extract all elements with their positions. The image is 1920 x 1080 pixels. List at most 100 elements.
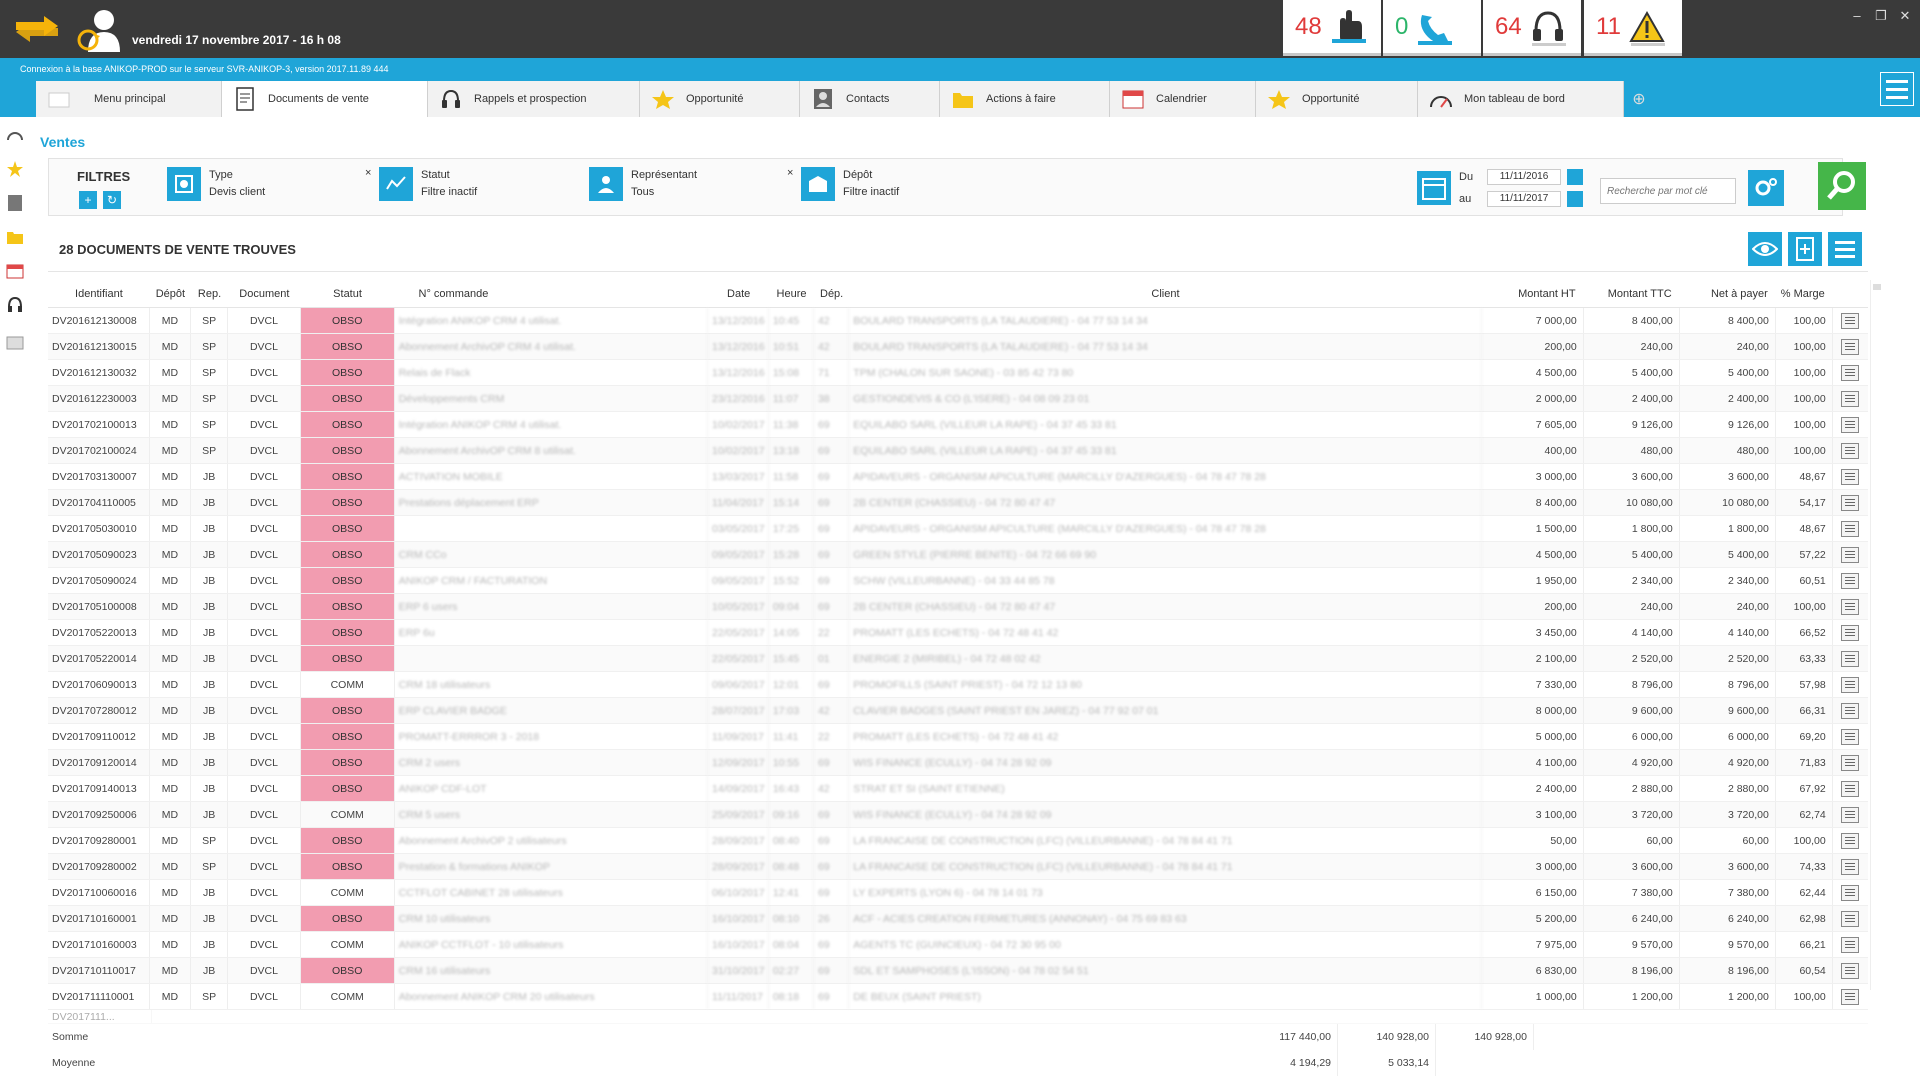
swap-arrows-icon[interactable] [14,14,60,44]
calendar-button[interactable] [1417,171,1451,205]
col-departement[interactable]: Dép. [814,280,849,307]
row-menu-icon[interactable] [1841,754,1860,771]
filter-type[interactable]: Type Devis client [167,167,265,207]
row-menu-icon[interactable] [1841,442,1860,459]
row-menu-icon[interactable] [1841,702,1860,719]
headset-icon[interactable] [6,296,24,314]
counter-calls[interactable]: 0 [1383,0,1481,56]
row-menu-icon[interactable] [1841,494,1860,511]
gauge-icon[interactable] [6,126,24,144]
tab-menu-principal[interactable]: Menu principal [36,81,222,117]
new-document-button[interactable] [1788,232,1822,266]
row-menu-icon[interactable] [1841,650,1860,667]
table-row[interactable]: DV201612130032 MD SP DVCL OBSO Relais de Flac… [48,360,1868,386]
row-menu-icon[interactable] [1841,728,1860,745]
table-row[interactable]: DV201709110012 MD JB DVCL OBSO PROMATT-ERRROR… [48,724,1868,750]
document-icon[interactable] [6,334,24,352]
row-menu-icon[interactable] [1841,624,1860,641]
breadcrumb[interactable]: Ventes [40,134,85,150]
main-menu-button[interactable] [1880,72,1914,106]
star-icon[interactable] [6,160,24,178]
col-net-a-payer[interactable]: Net à payer [1680,280,1776,307]
row-menu-icon[interactable] [1841,338,1860,355]
folder-icon[interactable] [6,228,24,246]
table-row[interactable]: DV201709280001 MD SP DVCL OBSO Abonnement Arc… [48,828,1868,854]
minimize-icon[interactable]: – [1848,8,1866,24]
search-button[interactable] [1818,162,1866,210]
calendar-icon[interactable] [6,262,24,280]
tab-opportunite-2[interactable]: Opportunité [1256,81,1418,117]
table-row[interactable]: DV201709280002 MD SP DVCL OBSO Prestation & f… [48,854,1868,880]
row-menu-icon[interactable] [1841,416,1860,433]
table-row[interactable]: DV201612130008 MD SP DVCL OBSO Intégration AN… [48,308,1868,334]
row-menu-icon[interactable] [1841,546,1860,563]
row-menu-icon[interactable] [1841,598,1860,615]
row-menu-icon[interactable] [1841,806,1860,823]
col-heure[interactable]: Heure [769,280,814,307]
counter-alerts[interactable]: 11 [1584,0,1682,56]
table-row[interactable]: DV201706090013 MD JB DVCL COMM CRM 18 utilisa… [48,672,1868,698]
tab-opportunite[interactable]: Opportunité [640,81,800,117]
row-menu-icon[interactable] [1841,780,1860,797]
table-row[interactable]: DV201710160003 MD JB DVCL COMM ANIKOP CCTFLOT… [48,932,1868,958]
table-row-partial[interactable]: DV2017111... [48,1010,1868,1024]
row-menu-icon[interactable] [1841,468,1860,485]
table-row[interactable]: DV201705100008 MD JB DVCL OBSO ERP 6 users 10/… [48,594,1868,620]
date-to-field[interactable]: 11/11/2017 [1487,191,1561,207]
table-row[interactable]: DV201612130015 MD SP DVCL OBSO Abonnement Arc… [48,334,1868,360]
row-menu-icon[interactable] [1841,858,1860,875]
date-from-field[interactable]: 11/11/2016 [1487,169,1561,185]
counter-reminders[interactable]: 64 [1483,0,1581,56]
table-row[interactable]: DV201612230003 MD SP DVCL OBSO Développements… [48,386,1868,412]
filter-representant[interactable]: Représentant Tous [589,167,697,207]
add-filter-icon[interactable]: + [79,191,97,209]
counter-tasks[interactable]: 48 [1283,0,1381,56]
tab-contacts[interactable]: Contacts [800,81,940,117]
row-menu-icon[interactable] [1841,962,1860,979]
clear-representant-icon[interactable]: × [787,167,793,207]
col-montant-ht[interactable]: Montant HT [1482,280,1584,307]
table-row[interactable]: DV201702100024 MD SP DVCL OBSO Abonnement Arc… [48,438,1868,464]
list-menu-button[interactable] [1828,232,1862,266]
row-menu-icon[interactable] [1841,936,1860,953]
row-menu-icon[interactable] [1841,676,1860,693]
col-commande[interactable]: N° commande [395,280,709,307]
table-row[interactable]: DV201709250006 MD JB DVCL COMM CRM 5 users 25/… [48,802,1868,828]
row-menu-icon[interactable] [1841,910,1860,927]
row-menu-icon[interactable] [1841,988,1860,1005]
table-row[interactable]: DV201705090023 MD JB DVCL OBSO CRM CCo 09/05/2… [48,542,1868,568]
contacts-icon[interactable] [6,194,24,212]
row-menu-icon[interactable] [1841,520,1860,537]
row-menu-icon[interactable] [1841,572,1860,589]
row-menu-icon[interactable] [1841,390,1860,407]
table-row[interactable]: DV201711110001 MD SP DVCL COMM Abonnement ANI… [48,984,1868,1010]
col-statut[interactable]: Statut [301,280,395,307]
table-row[interactable]: DV201705030010 MD JB DVCL OBSO 03/05/2017 17:2… [48,516,1868,542]
table-row[interactable]: DV201703130007 MD JB DVCL OBSO ACTIVATION MOB… [48,464,1868,490]
table-row[interactable]: DV201705090024 MD JB DVCL OBSO ANIKOP CRM / F… [48,568,1868,594]
tab-rappels-prospection[interactable]: Rappels et prospection [428,81,640,117]
table-row[interactable]: DV201702100013 MD SP DVCL OBSO Intégration AN… [48,412,1868,438]
preview-button[interactable] [1748,232,1782,266]
date-from-picker-icon[interactable] [1567,169,1583,185]
row-menu-icon[interactable] [1841,884,1860,901]
filter-depot[interactable]: Dépôt Filtre inactif [801,167,899,207]
table-row[interactable]: DV201707280012 MD JB DVCL OBSO ERP CLAVIER BA… [48,698,1868,724]
table-row[interactable]: DV201710160001 MD JB DVCL OBSO CRM 10 utilisa… [48,906,1868,932]
add-tab-icon[interactable]: ⊕ [1624,81,1654,117]
vertical-scrollbar[interactable] [1870,280,1882,990]
maximize-icon[interactable]: ❐ [1872,8,1890,24]
tab-mon-tableau-de-bord[interactable]: Mon tableau de bord [1418,81,1624,117]
table-row[interactable]: DV201710110017 MD JB DVCL OBSO CRM 16 utilisa… [48,958,1868,984]
col-document[interactable]: Document [228,280,300,307]
date-to-picker-icon[interactable] [1567,191,1583,207]
row-menu-icon[interactable] [1841,312,1860,329]
col-rep[interactable]: Rep. [191,280,228,307]
tab-actions-a-faire[interactable]: Actions à faire [940,81,1110,117]
row-menu-icon[interactable] [1841,832,1860,849]
col-client[interactable]: Client [849,280,1481,307]
row-menu-icon[interactable] [1841,364,1860,381]
table-row[interactable]: DV201704110005 MD JB DVCL OBSO Prestations dé… [48,490,1868,516]
table-row[interactable]: DV201705220014 MD JB DVCL OBSO 22/05/2017 15:4… [48,646,1868,672]
col-date[interactable]: Date [708,280,769,307]
